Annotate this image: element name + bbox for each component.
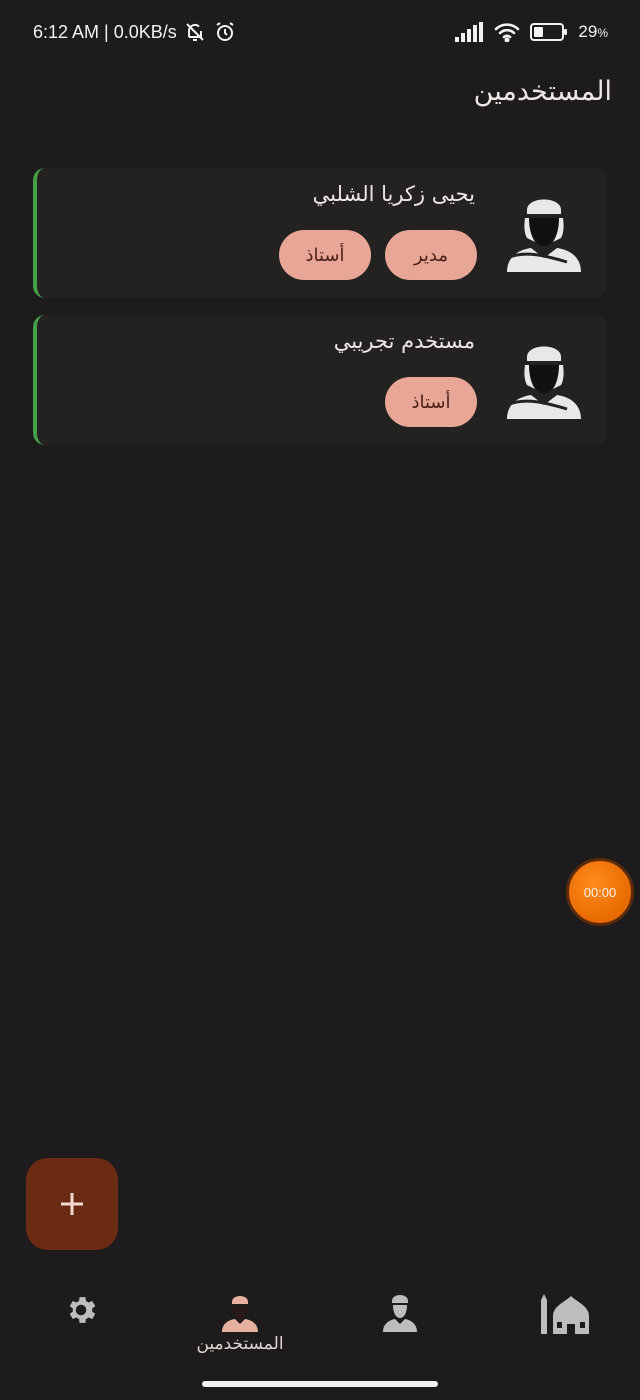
role-chip-teacher[interactable]: أستاذ: [385, 377, 477, 427]
page-title: المستخدمين: [473, 76, 612, 107]
plus-icon: [61, 1193, 83, 1215]
gear-icon: [69, 1297, 96, 1323]
battery-icon: [530, 22, 568, 42]
floating-timer[interactable]: 00:00: [566, 858, 634, 926]
nav-users-label: المستخدمين: [196, 1334, 284, 1354]
nav-teachers[interactable]: [370, 1292, 430, 1332]
user-name: يحيى زكريا الشلبي: [312, 182, 475, 206]
status-time: 6:12 AM | 0.0KB/s: [33, 21, 177, 42]
users-screen: 6:12 AM | 0.0KB/s 29% المستخدمين يحيى زك…: [0, 0, 640, 1400]
mosque-icon: [541, 1294, 589, 1334]
bottom-navigation: المستخدمين: [0, 1270, 640, 1370]
role-chips: مدير أستاذ: [279, 230, 477, 280]
user-card[interactable]: يحيى زكريا الشلبي مدير أستاذ: [33, 168, 607, 298]
status-left: 6:12 AM | 0.0KB/s: [33, 20, 237, 44]
user-card[interactable]: مستخدم تجريبي أستاذ: [33, 315, 607, 445]
nav-mosque[interactable]: [530, 1292, 600, 1334]
nav-settings[interactable]: [56, 1292, 106, 1328]
signal-icon: [454, 22, 484, 42]
role-chip-teacher[interactable]: أستاذ: [279, 230, 371, 280]
teacher-icon: [383, 1295, 417, 1332]
battery-percent: 29%: [578, 22, 608, 41]
nav-users[interactable]: المستخدمين: [180, 1292, 300, 1354]
mute-notification-icon: [183, 20, 207, 44]
wifi-icon: [494, 22, 520, 42]
user-avatar-icon: [503, 188, 585, 274]
user-icon: [222, 1296, 258, 1332]
role-chips: أستاذ: [385, 377, 477, 427]
role-chip-manager[interactable]: مدير: [385, 230, 477, 280]
user-name: مستخدم تجريبي: [333, 329, 475, 353]
home-indicator: [202, 1381, 438, 1387]
status-bar: 6:12 AM | 0.0KB/s 29%: [0, 0, 640, 64]
add-user-button[interactable]: [26, 1158, 118, 1250]
alarm-icon: [213, 20, 237, 44]
user-avatar-icon: [503, 335, 585, 421]
status-right: 29%: [454, 22, 608, 42]
